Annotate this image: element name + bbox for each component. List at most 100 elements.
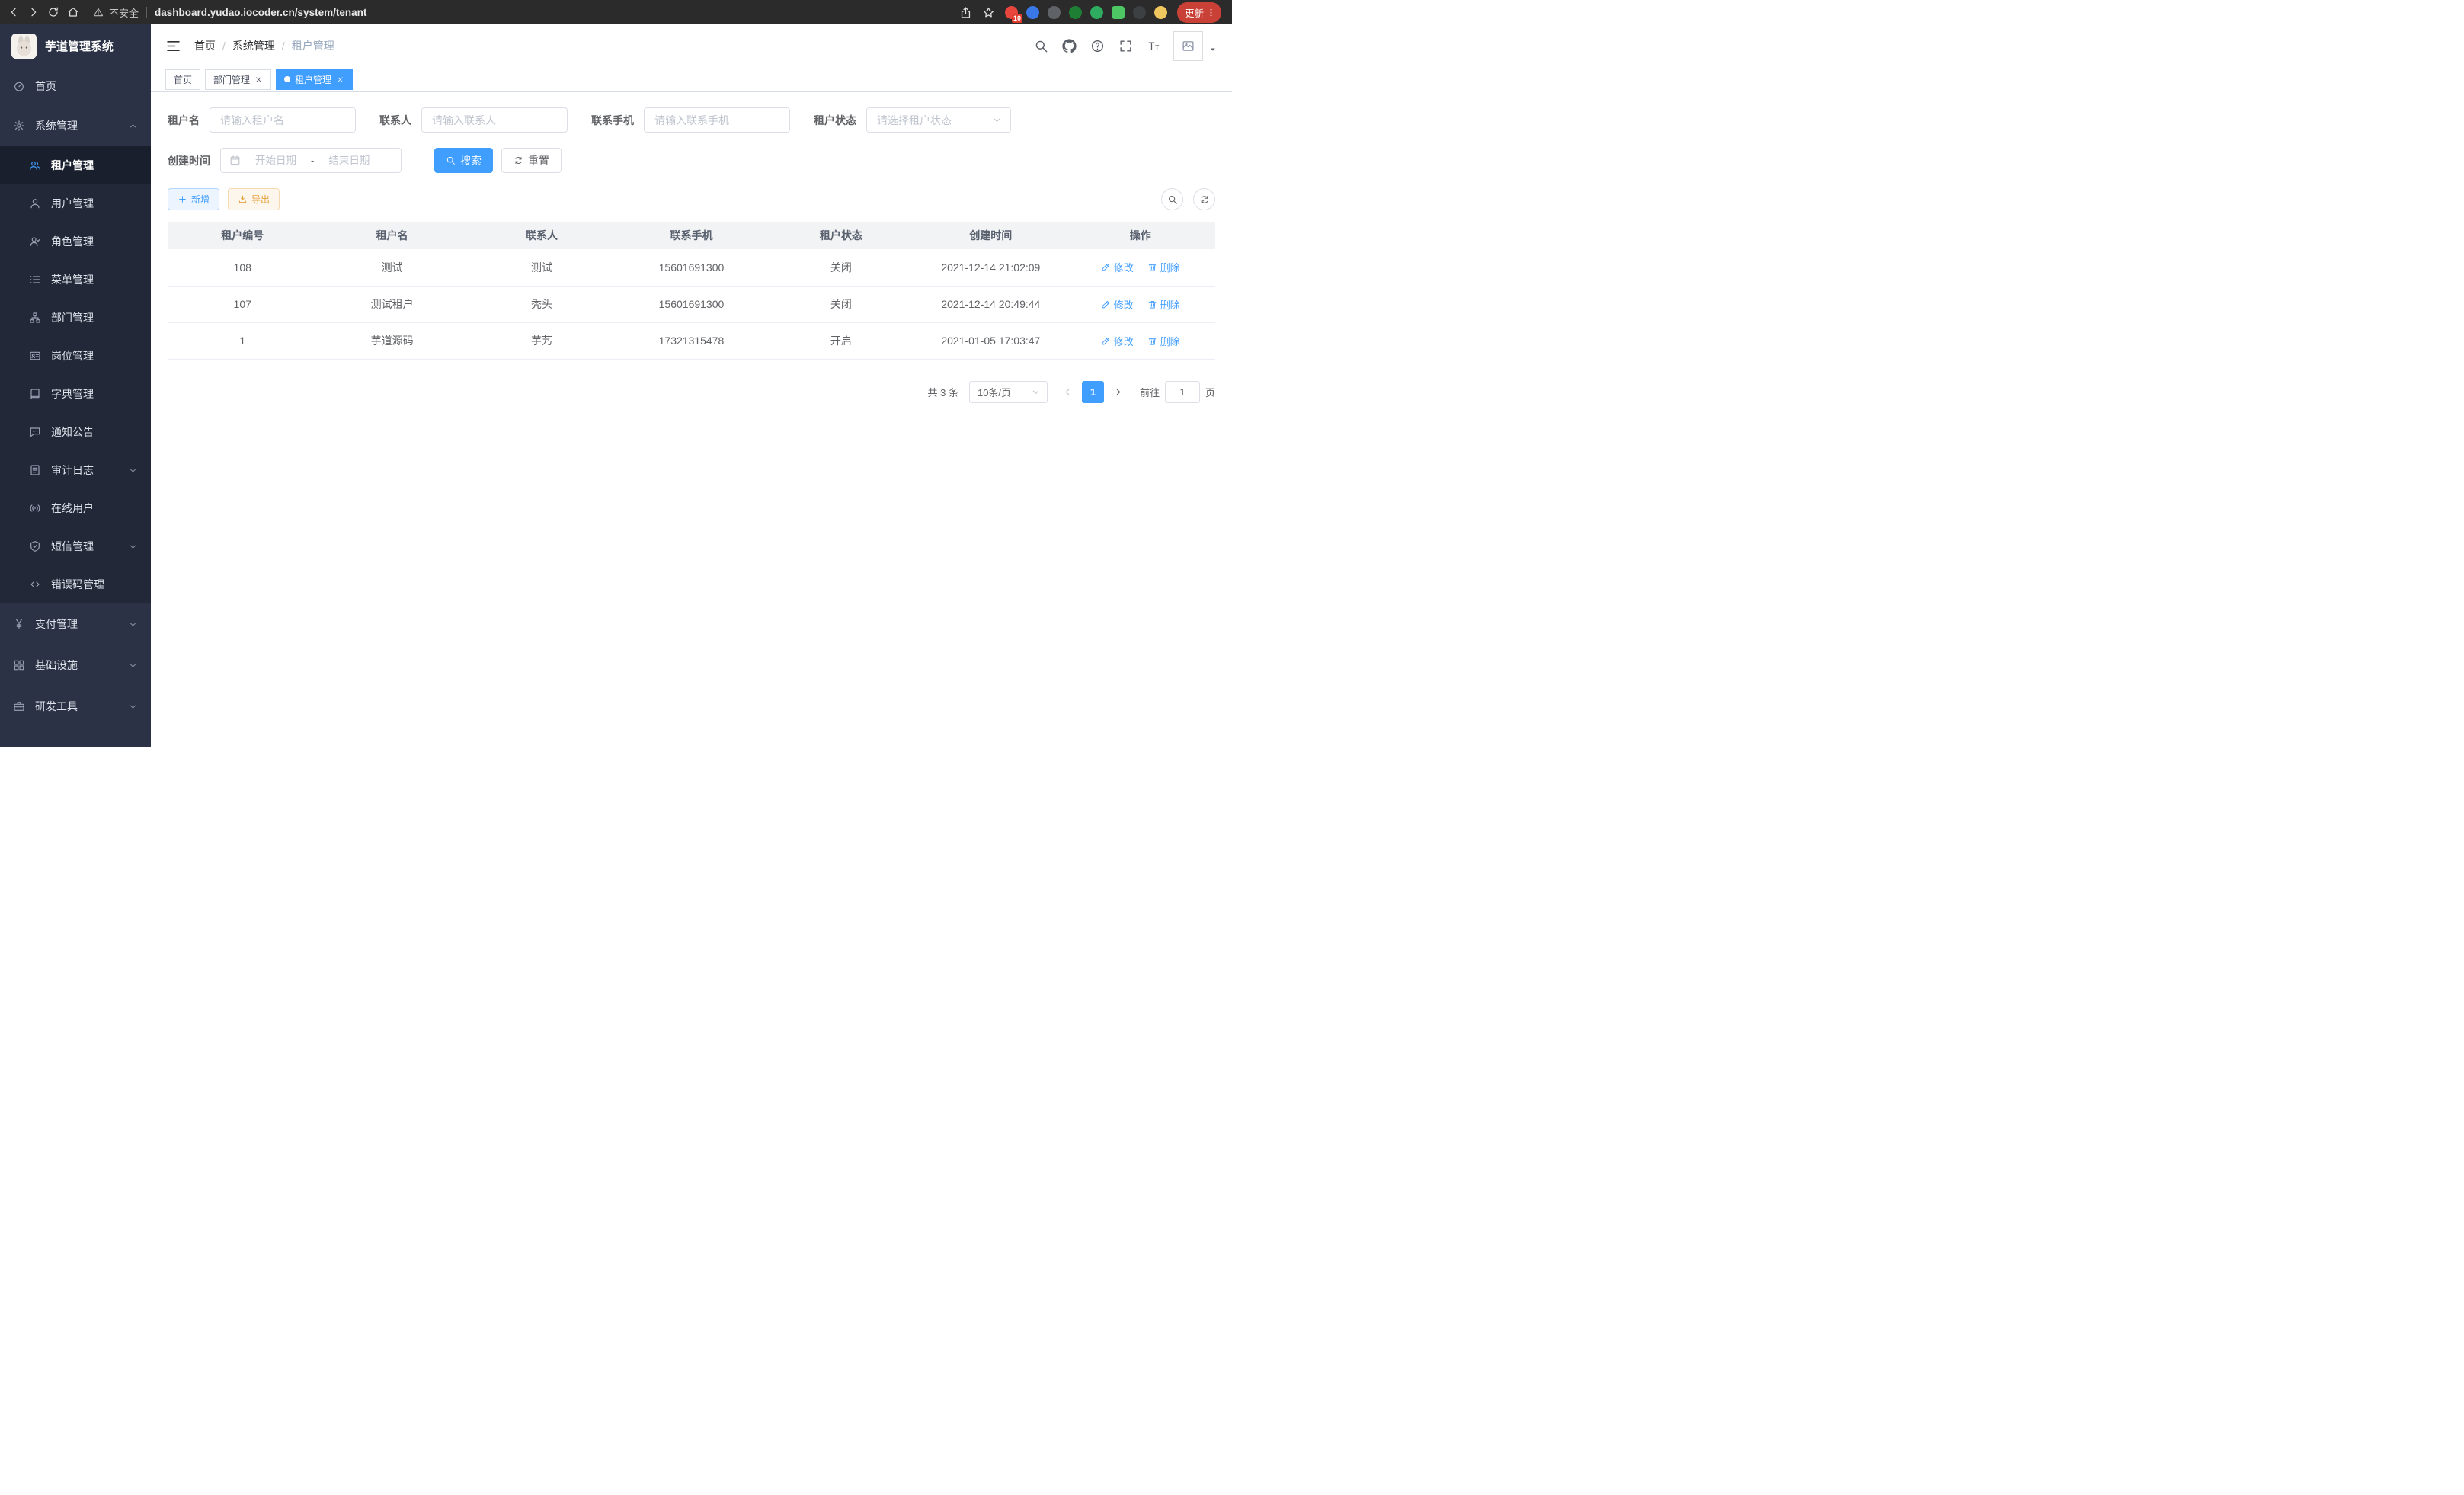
add-button[interactable]: 新增 [168,188,219,210]
content: 租户名 联系人 联系手机 租户状态 请选择租户状态 [151,92,1232,748]
edit-link[interactable]: 修改 [1101,297,1134,312]
delete-link[interactable]: 删除 [1147,297,1180,312]
collapse-sidebar-icon[interactable] [165,38,181,54]
close-icon[interactable] [336,75,344,84]
sidebar-item-4[interactable]: 角色管理 [0,222,151,261]
sidebar-item-15[interactable]: 基础设施 [0,645,151,686]
sidebar: 芋道管理系统 首页系统管理租户管理用户管理角色管理菜单管理部门管理岗位管理字典管… [0,24,151,748]
help-icon[interactable] [1090,39,1105,53]
bookmark-star-icon[interactable] [982,6,995,19]
tenant-icon [29,159,41,171]
goto-page-input[interactable] [1165,381,1200,403]
extension-dark-icon[interactable] [1133,6,1146,19]
delete-link[interactable]: 删除 [1147,334,1180,348]
tab-2[interactable]: 租户管理 [276,69,353,90]
tenant-status-select[interactable]: 请选择租户状态 [866,107,1011,133]
create-time-range[interactable]: - [220,148,402,173]
post-icon [29,350,41,362]
toggle-search-button[interactable] [1161,188,1183,210]
sidebar-item-3[interactable]: 用户管理 [0,184,151,222]
cell-operations: 修改删除 [1066,249,1215,286]
more-vertical-icon[interactable] [1206,8,1216,18]
next-page-button[interactable] [1107,381,1129,403]
avatar[interactable] [1173,31,1203,61]
browser-nav-buttons [8,6,79,18]
tab-0[interactable]: 首页 [165,69,200,90]
sidebar-item-label: 字典管理 [51,386,94,402]
sidebar-item-label: 角色管理 [51,234,94,249]
extension-darkgreen-icon[interactable] [1069,6,1082,19]
sidebar-item-label: 错误码管理 [51,577,104,592]
sidebar-item-11[interactable]: 在线用户 [0,489,151,527]
reset-button[interactable]: 重置 [501,148,562,173]
page-size-select[interactable]: 10条/页 [969,381,1048,403]
sidebar-item-9[interactable]: 通知公告 [0,413,151,451]
extension-chat-icon[interactable] [1112,6,1125,19]
extension-blue-icon[interactable] [1026,6,1039,19]
address-bar[interactable]: 不安全 dashboard.yudao.iocoder.cn/system/te… [93,5,366,20]
home-icon[interactable] [67,6,79,18]
trash-icon [1147,299,1157,309]
tab-label: 租户管理 [295,73,331,86]
app-logo-row[interactable]: 芋道管理系统 [0,24,151,67]
main-area: 首页 系统管理 租户管理 TT 首页部门管理租户管理 租户名 联系人 [151,24,1232,748]
sidebar-item-7[interactable]: 岗位管理 [0,337,151,375]
sidebar-item-14[interactable]: 支付管理 [0,603,151,645]
sidebar-item-0[interactable]: 首页 [0,67,151,105]
sidebar-item-10[interactable]: 审计日志 [0,451,151,489]
contact-input[interactable] [421,107,568,133]
column-header-1: 租户名 [317,222,466,249]
sidebar-item-2[interactable]: 租户管理 [0,146,151,184]
share-icon[interactable] [959,6,972,19]
user-avatar-menu[interactable] [1173,31,1218,61]
page-size-value: 10条/页 [978,385,1011,399]
sidebar-item-8[interactable]: 字典管理 [0,375,151,413]
extension-badge: 10 [1012,14,1022,23]
security-label[interactable]: 不安全 [109,5,139,20]
reload-icon[interactable] [47,6,59,18]
github-icon[interactable] [1062,39,1077,53]
update-button[interactable]: 更新 [1177,2,1221,23]
font-size-icon[interactable]: TT [1147,39,1161,53]
search-icon [446,155,456,165]
edit-link[interactable]: 修改 [1101,260,1134,274]
delete-link[interactable]: 删除 [1147,260,1180,274]
edit-link[interactable]: 修改 [1101,334,1134,348]
breadcrumb-item-system[interactable]: 系统管理 [216,38,275,53]
sidebar-item-6[interactable]: 部门管理 [0,299,151,337]
search-button[interactable]: 搜索 [434,148,493,173]
tenant-name-input[interactable] [210,107,356,133]
status-placeholder: 请选择租户状态 [877,113,952,128]
extension-globe-icon[interactable] [1048,6,1061,19]
fullscreen-icon[interactable] [1118,39,1133,53]
cell-operations: 修改删除 [1066,322,1215,359]
sidebar-item-12[interactable]: 短信管理 [0,527,151,565]
sidebar-item-13[interactable]: 错误码管理 [0,565,151,603]
start-date-input[interactable] [247,155,305,166]
edit-icon [1101,262,1111,272]
tab-label: 部门管理 [213,73,250,86]
phone-input[interactable] [644,107,790,133]
sidebar-item-label: 短信管理 [51,539,94,554]
sidebar-item-16[interactable]: 研发工具 [0,686,151,727]
export-button[interactable]: 导出 [228,188,280,210]
profile-avatar-icon[interactable] [1154,6,1167,19]
phone-label: 联系手机 [591,113,634,128]
extension-green-icon[interactable] [1090,6,1103,19]
extension-red-icon[interactable]: 10 [1005,6,1018,19]
end-date-input[interactable] [320,155,378,166]
prev-page-button[interactable] [1057,381,1079,403]
close-icon[interactable] [254,75,263,84]
tab-1[interactable]: 部门管理 [205,69,271,90]
page-number-1[interactable]: 1 [1082,381,1104,403]
back-icon[interactable] [8,6,20,18]
forward-icon[interactable] [27,6,40,18]
user-icon [29,197,41,210]
breadcrumb-item-home[interactable]: 首页 [194,38,216,53]
sidebar-item-1[interactable]: 系统管理 [0,105,151,146]
chevron-down-icon [128,466,138,475]
sidebar-item-5[interactable]: 菜单管理 [0,261,151,299]
refresh-table-button[interactable] [1193,188,1215,210]
url-text[interactable]: dashboard.yudao.iocoder.cn/system/tenant [155,7,366,18]
search-icon[interactable] [1034,39,1048,53]
